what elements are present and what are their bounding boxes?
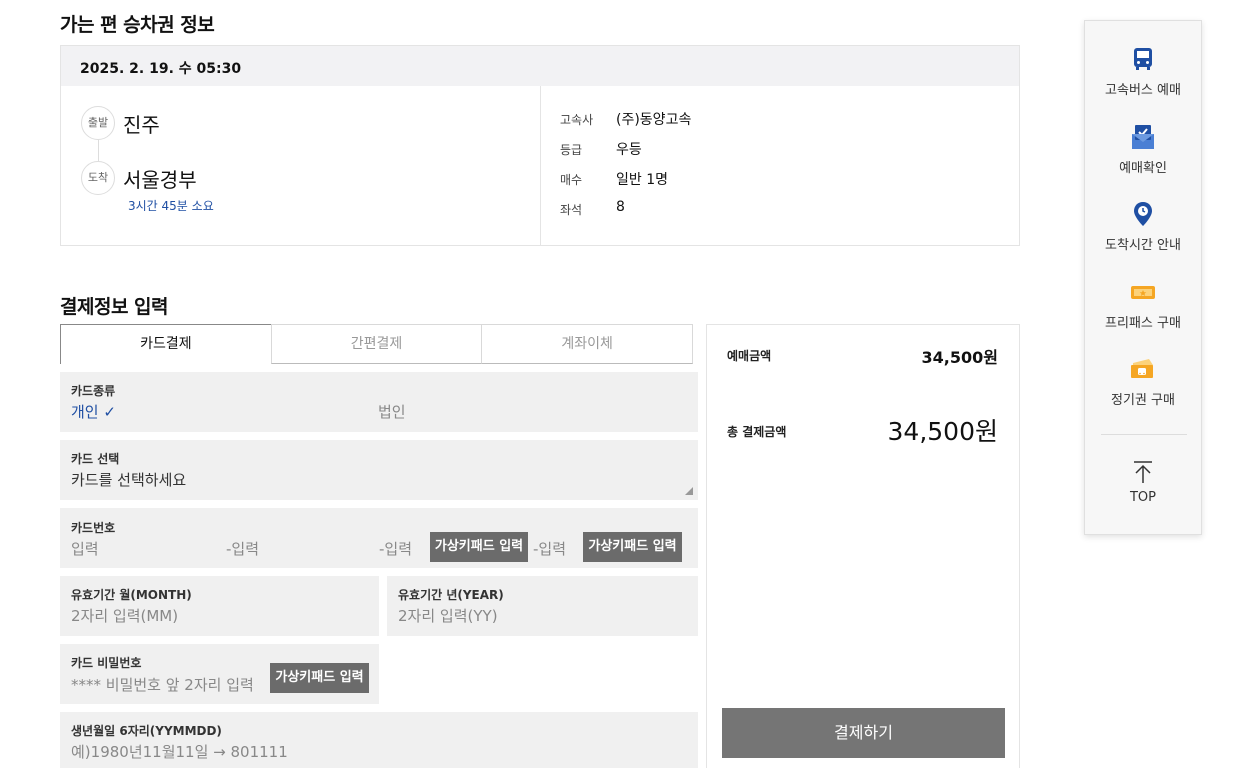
total-amount-label: 총 결제금액 <box>727 425 787 439</box>
quick-menu-label: 고속버스 예매 <box>1105 83 1181 98</box>
travel-duration: 3시간 45분 소요 <box>128 199 214 213</box>
tab-bank-transfer[interactable]: 계좌이체 <box>481 324 694 364</box>
quick-menu-divider <box>1101 434 1187 435</box>
expiry-month-label: 유효기간 월(MONTH) <box>71 588 192 602</box>
expiry-year-input[interactable]: 2자리 입력(YY) <box>398 605 498 626</box>
quick-menu-label: 예매확인 <box>1119 161 1167 176</box>
card-password-field: 카드 비밀번호 **** 비밀번호 앞 2자리 입력 가상키패드 입력 <box>60 644 379 704</box>
total-amount-value: 34,500원 <box>887 417 998 446</box>
card-type-label: 카드종류 <box>71 384 116 398</box>
scroll-top-label: TOP <box>1129 490 1156 505</box>
season-ticket-icon <box>1131 359 1153 378</box>
quick-menu-booking-check[interactable]: 예매확인 <box>1085 123 1201 176</box>
card-password-input[interactable]: **** 비밀번호 앞 2자리 입력 <box>71 674 254 695</box>
card-select-label: 카드 선택 <box>71 452 120 466</box>
card-number-keypad-button-2[interactable]: 가상키패드 입력 <box>583 532 682 562</box>
card-number-input-4[interactable]: -입력 <box>533 538 566 559</box>
payment-tabs: 카드결제 간편결제 계좌이체 <box>60 324 694 364</box>
detail-label: 고속사 <box>560 113 594 127</box>
birthdate-input[interactable]: 예)1980년11월11일 → 801111 <box>71 741 288 762</box>
card-password-keypad-button[interactable]: 가상키패드 입력 <box>270 663 369 693</box>
ticket-card: 2025. 2. 19. 수 05:30 출발 진주 도착 서울경부 3시간 4… <box>60 45 1020 246</box>
resize-corner-icon <box>685 487 693 495</box>
detail-value: (주)동양고속 <box>616 112 692 128</box>
arrival-terminal: 서울경부 <box>123 168 197 192</box>
card-type-corporate-option[interactable]: 법인 <box>378 401 406 422</box>
detail-value: 일반 1명 <box>616 172 668 188</box>
detail-value: 8 <box>616 199 625 215</box>
expiry-month-input[interactable]: 2자리 입력(MM) <box>71 605 178 626</box>
booking-amount-label: 예매금액 <box>727 349 772 363</box>
birthdate-label: 생년월일 6자리(YYMMDD) <box>71 724 222 738</box>
birthdate-field[interactable]: 생년월일 6자리(YYMMDD) 예)1980년11월11일 → 801111 <box>60 712 698 768</box>
arrow-up-icon <box>1134 461 1152 483</box>
card-password-label: 카드 비밀번호 <box>71 656 142 670</box>
ticket-datetime: 2025. 2. 19. 수 05:30 <box>61 46 1019 86</box>
booking-amount-value: 34,500원 <box>921 348 998 367</box>
card-number-keypad-button-1[interactable]: 가상키패드 입력 <box>430 532 528 562</box>
detail-label: 좌석 <box>560 203 583 217</box>
tab-card-payment[interactable]: 카드결제 <box>60 324 272 364</box>
departure-badge: 출발 <box>81 106 115 140</box>
departure-terminal: 진주 <box>123 113 160 137</box>
card-number-input-3[interactable]: -입력 <box>379 538 412 559</box>
location-pin-icon <box>1134 202 1152 226</box>
card-number-input-1[interactable]: 입력 <box>71 538 99 559</box>
quick-menu-arrival-time[interactable]: 도착시간 안내 <box>1085 200 1201 253</box>
arrival-badge: 도착 <box>81 161 115 195</box>
card-select-value[interactable]: 카드를 선택하세요 <box>71 469 186 490</box>
quick-menu: 고속버스 예매 예매확인 도착시간 안내 프리패스 구매 정기권 구매 TOP <box>1084 20 1202 535</box>
detail-label: 등급 <box>560 143 583 157</box>
detail-value: 우등 <box>616 142 642 158</box>
quick-menu-label: 프리패스 구매 <box>1105 316 1181 331</box>
quick-menu-label: 정기권 구매 <box>1111 393 1175 408</box>
payment-summary: 예매금액 34,500원 총 결제금액 34,500원 결제하기 <box>706 324 1020 768</box>
expiry-year-field[interactable]: 유효기간 년(YEAR) 2자리 입력(YY) <box>387 576 698 636</box>
ticket-details: 고속사 (주)동양고속 등급 우등 매수 일반 1명 좌석 8 <box>541 86 1019 246</box>
quick-menu-season-ticket[interactable]: 정기권 구매 <box>1085 355 1201 408</box>
route-panel: 출발 진주 도착 서울경부 3시간 45분 소요 <box>61 86 541 246</box>
card-number-input-2[interactable]: -입력 <box>226 538 259 559</box>
payment-section-title: 결제정보 입력 <box>60 296 169 318</box>
bus-icon <box>1134 48 1152 70</box>
detail-label: 매수 <box>560 173 583 187</box>
quick-menu-free-pass[interactable]: 프리패스 구매 <box>1085 278 1201 331</box>
pay-button[interactable]: 결제하기 <box>722 708 1005 758</box>
route-line <box>98 140 99 161</box>
ticket-check-icon <box>1132 125 1154 149</box>
quick-menu-label: 도착시간 안내 <box>1105 238 1181 253</box>
expiry-year-label: 유효기간 년(YEAR) <box>398 588 504 602</box>
card-number-field: 카드번호 입력 -입력 -입력 가상키패드 입력 -입력 가상키패드 입력 <box>60 508 698 568</box>
card-number-label: 카드번호 <box>71 521 116 535</box>
scroll-top-button[interactable]: TOP <box>1085 458 1201 505</box>
expiry-month-field[interactable]: 유효기간 월(MONTH) 2자리 입력(MM) <box>60 576 379 636</box>
tab-easy-payment[interactable]: 간편결제 <box>270 324 483 364</box>
card-type-field: 카드종류 개인 ✓ 법인 <box>60 372 698 432</box>
quick-menu-bus-booking[interactable]: 고속버스 예매 <box>1085 45 1201 98</box>
card-select-field[interactable]: 카드 선택 카드를 선택하세요 <box>60 440 698 500</box>
ticket-section-title: 가는 편 승차권 정보 <box>60 14 215 36</box>
free-pass-icon <box>1131 286 1155 299</box>
card-type-personal-option[interactable]: 개인 ✓ <box>71 401 116 422</box>
